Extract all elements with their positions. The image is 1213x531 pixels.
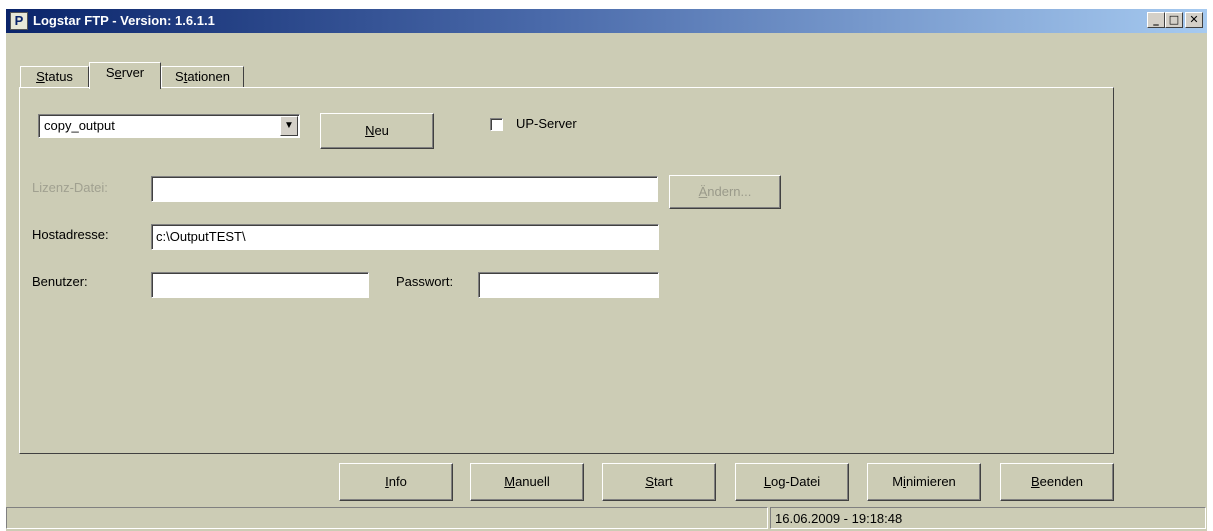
log-button-mnemonic: L bbox=[763, 474, 772, 489]
tab-stationen[interactable]: Stationen bbox=[161, 66, 244, 88]
up-server-checkbox[interactable] bbox=[490, 118, 503, 131]
minimize-button[interactable]: Minimieren bbox=[867, 463, 981, 501]
minimize-button-label: nimieren bbox=[905, 474, 956, 489]
start-button[interactable]: Start bbox=[602, 463, 716, 501]
minimize-window-button[interactable]: _ bbox=[1147, 12, 1165, 28]
info-button-label: nfo bbox=[388, 474, 407, 489]
password-label: Passwort: bbox=[396, 274, 454, 289]
tab-server-label: rver bbox=[121, 65, 145, 80]
license-file-label: Lizenz-Datei: bbox=[32, 180, 108, 195]
app-icon[interactable]: P bbox=[10, 12, 28, 30]
license-file-field[interactable] bbox=[151, 176, 658, 202]
tab-server[interactable]: Server bbox=[89, 62, 161, 89]
quit-button-label: eenden bbox=[1039, 474, 1084, 489]
host-address-label: Hostadresse: bbox=[32, 227, 109, 242]
new-server-button[interactable]: Neu bbox=[320, 113, 434, 149]
minimize-button-prefix: M bbox=[892, 474, 904, 489]
tab-status[interactable]: Status bbox=[20, 66, 89, 88]
host-address-field[interactable]: c:\OutputTEST\ bbox=[151, 224, 659, 250]
info-button[interactable]: Info bbox=[339, 463, 453, 501]
tab-status-label: tatus bbox=[44, 69, 73, 84]
up-server-label: UP-Server bbox=[516, 116, 577, 131]
tab-server-prefix: S bbox=[105, 65, 115, 80]
start-button-mnemonic: S bbox=[645, 474, 654, 489]
server-tab-panel bbox=[19, 87, 1114, 454]
user-label: Benutzer: bbox=[32, 274, 88, 289]
tab-stationen-prefix: S bbox=[175, 69, 184, 84]
title-bar[interactable]: P Logstar FTP - Version: 1.6.1.1 _ □ ✕ bbox=[6, 9, 1207, 33]
manual-button[interactable]: Manuell bbox=[470, 463, 584, 501]
tab-status-mnemonic: S bbox=[36, 69, 45, 84]
change-button-label: ndern... bbox=[707, 184, 752, 199]
new-button-label: eu bbox=[374, 123, 389, 138]
status-bar: 16.06.2009 - 19:18:48 bbox=[6, 505, 1207, 531]
change-license-button[interactable]: Ändern... bbox=[669, 175, 781, 209]
tab-server-mnemonic: e bbox=[114, 65, 122, 80]
maximize-window-button[interactable]: □ bbox=[1165, 12, 1183, 28]
log-button-label: og-Datei bbox=[771, 474, 821, 489]
close-window-button[interactable]: ✕ bbox=[1185, 12, 1203, 28]
window-title: Logstar FTP - Version: 1.6.1.1 bbox=[33, 13, 215, 28]
change-button-mnemonic: Ä bbox=[698, 184, 708, 199]
quit-button[interactable]: Beenden bbox=[1000, 463, 1114, 501]
server-select-value: copy_output bbox=[44, 118, 115, 133]
manual-button-mnemonic: M bbox=[504, 474, 516, 489]
status-datetime: 16.06.2009 - 19:18:48 bbox=[770, 507, 1206, 529]
dropdown-arrow-icon[interactable]: ▼ bbox=[280, 116, 298, 136]
manual-button-label: anuell bbox=[515, 474, 550, 489]
server-select[interactable]: copy_output ▼ bbox=[38, 114, 300, 138]
start-button-label: tart bbox=[653, 474, 673, 489]
tab-stationen-label: ationen bbox=[187, 69, 230, 84]
status-pane-main bbox=[6, 507, 768, 529]
log-file-button[interactable]: Log-Datei bbox=[735, 463, 849, 501]
quit-button-mnemonic: B bbox=[1030, 474, 1040, 489]
password-field[interactable] bbox=[478, 272, 659, 298]
user-field[interactable] bbox=[151, 272, 369, 298]
